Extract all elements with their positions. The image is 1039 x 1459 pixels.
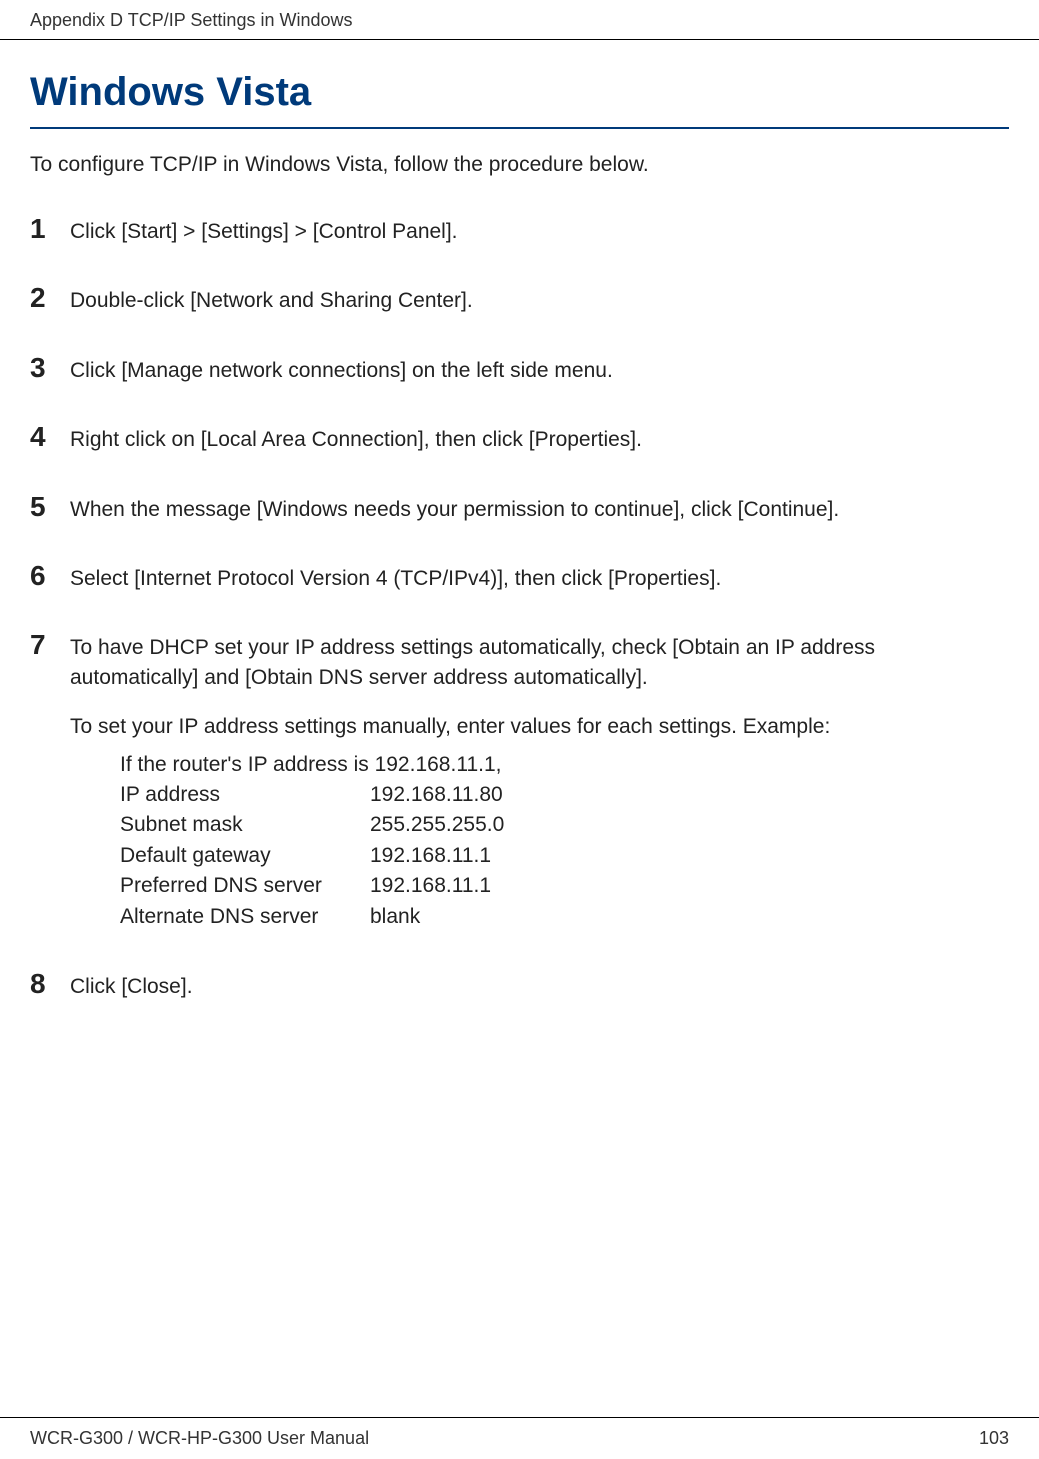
page-footer: WCR-G300 / WCR-HP-G300 User Manual 103 — [0, 1417, 1039, 1459]
header-text: Appendix D TCP/IP Settings in Windows — [30, 10, 353, 30]
ip-label: Default gateway — [120, 841, 370, 871]
intro-text: To configure TCP/IP in Windows Vista, fo… — [30, 153, 1009, 177]
footer-page-number: 103 — [979, 1428, 1009, 1449]
step-number: 3 — [30, 352, 70, 384]
page-header: Appendix D TCP/IP Settings in Windows — [0, 0, 1039, 40]
ip-example-intro-text: If the router's IP address is 192.168.11… — [120, 750, 501, 780]
ip-label: Subnet mask — [120, 810, 370, 840]
step-text: When the message [Windows needs your per… — [70, 491, 839, 524]
step-text: Click [Start] > [Settings] > [Control Pa… — [70, 213, 458, 246]
step-7: 7 To have DHCP set your IP address setti… — [30, 629, 1009, 932]
step-6: 6 Select [Internet Protocol Version 4 (T… — [30, 560, 1009, 593]
section-title: Windows Vista — [30, 70, 1009, 129]
step-3: 3 Click [Manage network connections] on … — [30, 352, 1009, 385]
step7-para1: To have DHCP set your IP address setting… — [70, 633, 1009, 692]
step-1: 1 Click [Start] > [Settings] > [Control … — [30, 213, 1009, 246]
ip-value: 192.168.11.80 — [370, 780, 1009, 810]
step-5: 5 When the message [Windows needs your p… — [30, 491, 1009, 524]
step-text: Click [Manage network connections] on th… — [70, 352, 613, 385]
step-number: 1 — [30, 213, 70, 245]
step-text: Click [Close]. — [70, 968, 193, 1001]
step-number: 7 — [30, 629, 70, 661]
ip-row: Preferred DNS server 192.168.11.1 — [120, 871, 1009, 901]
ip-value: blank — [370, 902, 1009, 932]
ip-example-block: If the router's IP address is 192.168.11… — [70, 750, 1009, 933]
ip-value: 192.168.11.1 — [370, 871, 1009, 901]
step-number: 8 — [30, 968, 70, 1000]
ip-value: 255.255.255.0 — [370, 810, 1009, 840]
step-number: 4 — [30, 421, 70, 453]
step-text: Right click on [Local Area Connection], … — [70, 421, 642, 454]
ip-example-intro: If the router's IP address is 192.168.11… — [120, 750, 1009, 780]
ip-label: Alternate DNS server — [120, 902, 370, 932]
ip-row: IP address 192.168.11.80 — [120, 780, 1009, 810]
ip-row: Default gateway 192.168.11.1 — [120, 841, 1009, 871]
step-8: 8 Click [Close]. — [30, 968, 1009, 1001]
step-2: 2 Double-click [Network and Sharing Cent… — [30, 282, 1009, 315]
footer-left: WCR-G300 / WCR-HP-G300 User Manual — [30, 1428, 369, 1449]
step-number: 6 — [30, 560, 70, 592]
content-area: Windows Vista To configure TCP/IP in Win… — [0, 40, 1039, 1002]
step-text: Select [Internet Protocol Version 4 (TCP… — [70, 560, 721, 593]
step-number: 2 — [30, 282, 70, 314]
ip-value: 192.168.11.1 — [370, 841, 1009, 871]
step-number: 5 — [30, 491, 70, 523]
step-text: To have DHCP set your IP address setting… — [70, 629, 1009, 932]
ip-row: Alternate DNS server blank — [120, 902, 1009, 932]
step7-para2: To set your IP address settings manually… — [70, 712, 1009, 741]
step-text: Double-click [Network and Sharing Center… — [70, 282, 473, 315]
ip-label: Preferred DNS server — [120, 871, 370, 901]
step-4: 4 Right click on [Local Area Connection]… — [30, 421, 1009, 454]
ip-label: IP address — [120, 780, 370, 810]
ip-row: Subnet mask 255.255.255.0 — [120, 810, 1009, 840]
